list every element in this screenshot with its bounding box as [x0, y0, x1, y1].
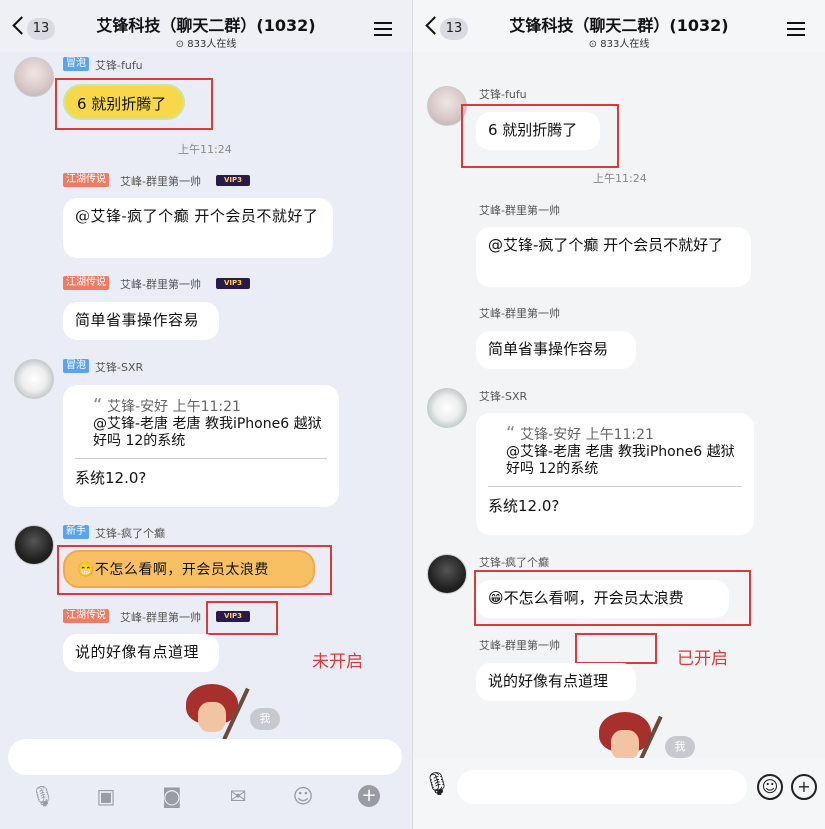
quote-divider [75, 458, 327, 459]
quote-text: @艾锋-老唐 老唐 教我iPhone6 越狱好吗 12的系统 [506, 444, 735, 477]
highlight-box [55, 78, 213, 130]
quote-mark-icon: “ [506, 423, 516, 444]
comparison-screenshot: 13 艾锋科技（聊天二群）(1032) ⊙ 833人在线 冒泡 艾锋-fufu … [0, 0, 825, 829]
toolbar: 🎙 ▣ ◙ ✉ ☺ + [0, 785, 412, 815]
avatar[interactable] [14, 525, 54, 565]
sender-name[interactable]: 艾锋-SXR [479, 388, 527, 404]
mic-icon[interactable]: 🎙 [30, 785, 55, 807]
online-count: ⊙ 833人在线 [175, 39, 237, 50]
highlight-box [575, 633, 657, 664]
avatar[interactable] [427, 388, 467, 428]
member-tag: 冒泡 [63, 359, 89, 373]
member-tag: 江湖传说 [63, 276, 109, 290]
avatar[interactable] [427, 554, 467, 594]
member-tag: 冒泡 [63, 57, 89, 71]
message-bubble[interactable]: 说的好像有点道理 [63, 634, 219, 672]
message-input[interactable] [457, 770, 747, 804]
self-label: 我 [665, 736, 695, 758]
annotation-note: 已开启 [677, 649, 728, 669]
back-icon[interactable] [425, 14, 437, 36]
quote-divider [488, 486, 742, 487]
message-bubble[interactable]: @艾锋-疯了个癫 开个会员不就好了 [476, 227, 751, 287]
reply-text: 系统12.0? [75, 469, 147, 487]
vip-badge: VIP3 [216, 175, 250, 186]
online-count: ⊙ 833人在线 [588, 39, 650, 50]
emoji-icon[interactable]: ☺ [292, 785, 314, 807]
message-bubble[interactable]: 简单省事操作容易 [476, 331, 636, 369]
sender-name[interactable]: 艾峰-群里第一帅 [120, 609, 201, 625]
highlight-box [461, 104, 619, 168]
reply-text: 系统12.0? [488, 497, 560, 515]
chat-title: 艾锋科技（聊天二群）(1032) [96, 16, 316, 35]
input-bar: 🎙 ☺ + [413, 758, 825, 829]
chat-title: 艾锋科技（聊天二群）(1032) [509, 16, 729, 35]
member-tag: 江湖传说 [63, 609, 109, 623]
vip-badge: VIP3 [216, 278, 250, 289]
sender-name[interactable]: 艾峰-群里第一帅 [479, 637, 560, 653]
chat-panel-left: 13 艾锋科技（聊天二群）(1032) ⊙ 833人在线 冒泡 艾锋-fufu … [0, 0, 412, 829]
image-icon[interactable]: ▣ [95, 785, 117, 807]
annotation-note: 未开启 [312, 652, 363, 672]
avatar[interactable] [14, 57, 54, 97]
quoted-message-bubble[interactable]: “ 艾锋-安好 上午11:21 @艾锋-老唐 老唐 教我iPhone6 越狱好吗… [63, 385, 339, 507]
chat-panel-right: 13 艾锋科技（聊天二群）(1032) ⊙ 833人在线 艾锋-fufu 6 就… [413, 0, 825, 829]
sender-name[interactable]: 艾锋-疯了个癫 [479, 554, 549, 570]
quote-header: 艾锋-安好 上午11:21 [520, 427, 654, 443]
sender-name[interactable]: 艾峰-群里第一帅 [479, 202, 560, 218]
quote-block[interactable]: “ 艾锋-安好 上午11:21 @艾锋-老唐 老唐 教我iPhone6 越狱好吗… [488, 425, 742, 478]
avatar[interactable] [14, 359, 54, 399]
highlight-box [57, 545, 332, 595]
highlight-box [474, 570, 751, 626]
sender-name[interactable]: 艾锋-SXR [95, 359, 143, 375]
timestamp: 上午11:24 [178, 143, 232, 156]
chat-header: 13 艾锋科技（聊天二群）(1032) ⊙ 833人在线 [0, 0, 412, 52]
menu-icon[interactable] [787, 22, 805, 36]
sender-name[interactable]: 艾峰-群里第一帅 [120, 276, 201, 292]
plus-icon[interactable]: + [791, 774, 817, 800]
message-bubble[interactable]: @艾锋-疯了个癫 开个会员不就好了 [63, 198, 333, 258]
camera-icon[interactable]: ◙ [161, 785, 183, 807]
chat-header: 13 艾锋科技（聊天二群）(1032) ⊙ 833人在线 [413, 0, 825, 52]
message-bubble[interactable]: 说的好像有点道理 [476, 663, 636, 701]
member-tag: 新手 [63, 525, 89, 539]
member-tag: 江湖传说 [63, 173, 109, 187]
message-bubble[interactable]: 简单省事操作容易 [63, 302, 219, 340]
sender-name[interactable]: 艾锋-疯了个癫 [95, 525, 165, 541]
back-icon[interactable] [12, 14, 24, 36]
quote-text: @艾锋-老唐 老唐 教我iPhone6 越狱好吗 12的系统 [93, 416, 322, 449]
highlight-box [206, 601, 278, 635]
self-label: 我 [250, 708, 280, 730]
sender-name[interactable]: 艾峰-群里第一帅 [479, 305, 560, 321]
quote-header: 艾锋-安好 上午11:21 [107, 399, 241, 415]
quoted-message-bubble[interactable]: “ 艾锋-安好 上午11:21 @艾锋-老唐 老唐 教我iPhone6 越狱好吗… [476, 413, 754, 535]
sender-name[interactable]: 艾锋-fufu [95, 57, 143, 73]
message-input[interactable] [8, 739, 402, 775]
character-sticker [178, 684, 250, 744]
red-packet-icon[interactable]: ✉ [227, 785, 249, 807]
sender-name[interactable]: 艾锋-fufu [479, 86, 527, 102]
quote-mark-icon: “ [93, 395, 103, 416]
quote-block[interactable]: “ 艾锋-安好 上午11:21 @艾锋-老唐 老唐 教我iPhone6 越狱好吗… [75, 397, 327, 450]
emoji-icon[interactable]: ☺ [757, 774, 783, 800]
timestamp: 上午11:24 [593, 172, 647, 185]
plus-icon[interactable]: + [358, 785, 380, 807]
sender-name[interactable]: 艾峰-群里第一帅 [120, 173, 201, 189]
menu-icon[interactable] [374, 22, 392, 36]
mic-icon[interactable]: 🎙 [423, 772, 451, 800]
